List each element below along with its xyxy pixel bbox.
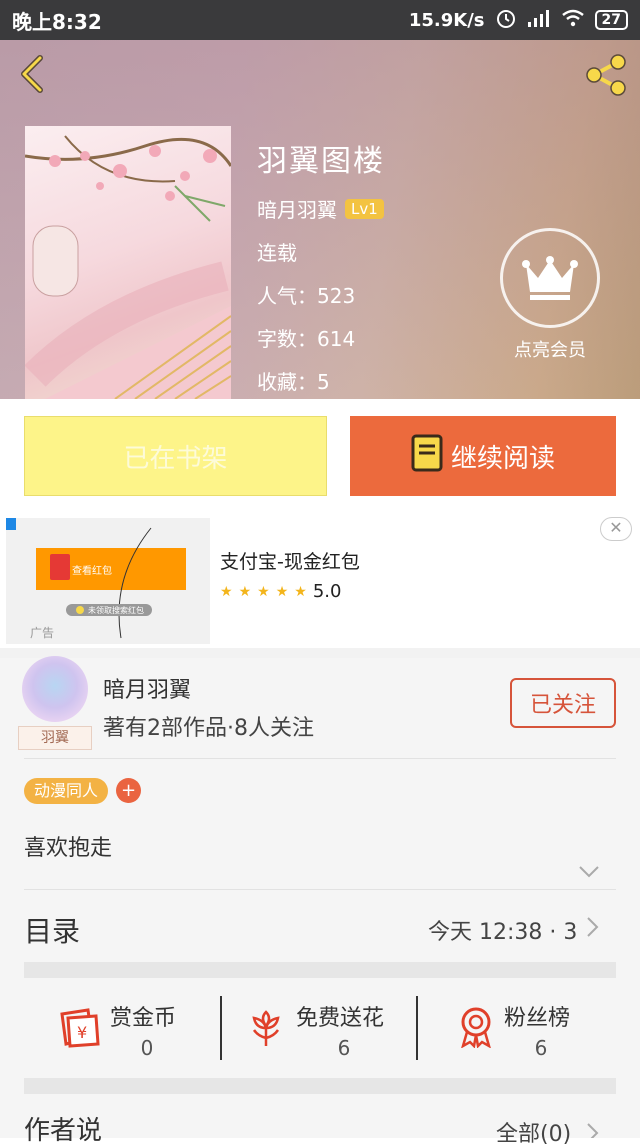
divider — [24, 758, 616, 759]
ad-rating-value: 5.0 — [312, 581, 342, 602]
medal-icon — [458, 1006, 494, 1052]
star-icon: ★ — [294, 583, 307, 600]
coin-icon: ¥ — [58, 1008, 102, 1052]
star-icon: ★ — [275, 583, 289, 600]
reward-coin-button[interactable]: ¥ 赏金币 0 — [24, 980, 220, 1076]
wifi-icon — [561, 9, 585, 32]
continue-reading-button[interactable]: 继续阅读 — [350, 416, 616, 496]
ad-title[interactable]: 支付宝-现金红包 — [220, 547, 360, 574]
book-cover[interactable] — [25, 126, 231, 399]
book-author-row[interactable]: 暗月羽翼 Lv1 — [257, 194, 384, 223]
book-author[interactable]: 暗月羽翼 — [257, 198, 337, 222]
status-time: 晚上8:32 — [12, 9, 102, 34]
author-stats: 著有2部作品·8人关注 — [103, 716, 314, 741]
author-says-all[interactable]: 全部(0) — [496, 1116, 571, 1148]
avatar[interactable] — [22, 656, 88, 722]
ad-image-note: 未领取搜索红包 — [88, 606, 144, 615]
star-icon: ★ — [257, 583, 270, 600]
send-flower-label: 免费送花 — [296, 1006, 385, 1031]
book-status: 连载 — [257, 241, 297, 265]
toc-latest[interactable]: 今天 12:38 · 3 — [428, 914, 577, 946]
share-icon[interactable] — [582, 52, 630, 98]
reward-coin-label: 赏金币 — [110, 1006, 177, 1031]
battery-indicator: 27 — [594, 10, 628, 30]
follow-button[interactable]: 已关注 — [510, 678, 616, 728]
book-header: 羽翼图楼 暗月羽翼 Lv1 连载 人气：523 字数：614 收藏：5 点亮会员 — [0, 40, 640, 399]
section-band — [24, 1078, 616, 1094]
fan-rank-value: 6 — [534, 1036, 548, 1060]
vip-button[interactable] — [500, 228, 600, 328]
author-name[interactable]: 暗月羽翼 — [103, 672, 191, 704]
ad-rating: ★ ★ ★ ★ ★ 5.0 — [220, 581, 341, 602]
crown-icon — [522, 256, 578, 300]
reward-coin-value: 0 — [140, 1036, 154, 1060]
send-flower-value: 6 — [337, 1036, 351, 1060]
network-speed: 15.9K/s — [408, 9, 485, 31]
ad-image[interactable]: 查看红包 未领取搜索红包 广告 — [6, 518, 210, 644]
ad-banner[interactable]: 查看红包 未领取搜索红包 广告 支付宝-现金红包 ★ ★ ★ ★ ★ 5.0 ✕ — [0, 512, 640, 648]
reward-stats: ¥ 赏金币 0 免费送花 6 粉丝榜 6 — [24, 980, 616, 1076]
book-favorites: 收藏：5 — [257, 370, 330, 394]
alarm-icon — [495, 7, 517, 34]
close-icon[interactable]: ✕ — [600, 517, 632, 541]
fan-rank-label: 粉丝榜 — [504, 1006, 571, 1031]
in-shelf-button[interactable]: 已在书架 — [24, 416, 327, 496]
send-flower-button[interactable]: 免费送花 6 — [222, 980, 416, 1076]
star-icon: ★ — [220, 583, 233, 600]
signal-icon — [527, 9, 551, 32]
section-band — [24, 962, 616, 978]
chevron-down-icon[interactable] — [578, 864, 600, 883]
toc-title[interactable]: 目录 — [24, 910, 80, 950]
book-popularity: 人气：523 — [257, 284, 356, 308]
chevron-right-icon[interactable] — [586, 916, 600, 942]
book-icon — [411, 434, 443, 479]
star-icon: ★ — [238, 583, 252, 600]
book-word-count: 字数：614 — [257, 327, 356, 351]
add-tag-button[interactable]: + — [116, 778, 141, 803]
avatar-tag: 羽翼 — [18, 726, 92, 750]
continue-reading-label: 继续阅读 — [450, 443, 555, 474]
back-icon[interactable] — [14, 54, 54, 94]
divider — [24, 889, 616, 890]
flower-icon — [248, 1008, 284, 1052]
genre-tag[interactable]: 动漫同人 — [24, 778, 109, 804]
level-badge: Lv1 — [345, 199, 384, 219]
ad-image-button-text: 查看红包 — [72, 566, 112, 577]
ad-label: 广告 — [30, 626, 55, 640]
status-bar: 晚上8:32 15.9K/s 27 — [0, 0, 640, 40]
fan-rank-button[interactable]: 粉丝榜 6 — [418, 980, 616, 1076]
book-description: 喜欢抱走 — [24, 836, 113, 861]
vip-label[interactable]: 点亮会员 — [498, 336, 602, 362]
author-says-title[interactable]: 作者说 — [24, 1110, 102, 1147]
section-gap — [0, 648, 640, 658]
svg-text:¥: ¥ — [77, 1023, 87, 1042]
book-title: 羽翼图楼 — [257, 144, 385, 179]
chevron-right-icon[interactable] — [586, 1122, 600, 1143]
